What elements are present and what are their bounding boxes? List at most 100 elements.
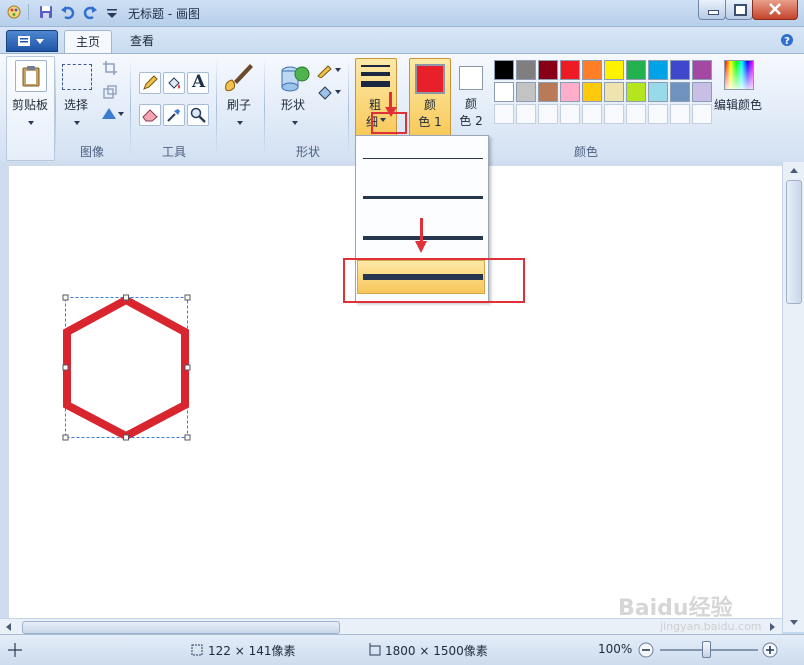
palette-swatch[interactable] (670, 82, 690, 102)
color1-button[interactable]: 颜 色 1 (409, 58, 451, 138)
clipboard-icon (22, 66, 40, 87)
palette-custom-slot[interactable] (648, 104, 668, 124)
vertical-scrollbar[interactable] (782, 162, 804, 632)
selection-handle[interactable] (62, 434, 69, 441)
palette-custom-slot[interactable] (560, 104, 580, 124)
hexagon-shape[interactable] (63, 295, 189, 441)
customize-toolbar-icon[interactable] (104, 6, 120, 22)
group-separator (264, 58, 265, 158)
palette-swatch[interactable] (494, 60, 514, 80)
color-picker-tool[interactable] (163, 104, 185, 126)
selection-handle[interactable] (184, 434, 191, 441)
color2-button[interactable]: 颜 色 2 (452, 58, 490, 136)
horizontal-scroll-thumb[interactable] (22, 621, 340, 634)
palette-swatch[interactable] (560, 82, 580, 102)
maximize-button[interactable] (725, 0, 753, 20)
palette-swatch[interactable] (604, 82, 624, 102)
palette-custom-slot[interactable] (582, 104, 602, 124)
zoom-level-text: 100% (598, 642, 633, 656)
palette-custom-slot[interactable] (604, 104, 624, 124)
scroll-up-icon[interactable] (790, 168, 798, 173)
brush-dropdown-icon[interactable] (237, 121, 243, 125)
brush-label[interactable]: 刷子 (222, 97, 256, 113)
eraser-tool[interactable] (139, 104, 161, 126)
color1-label-line1: 颜 (423, 98, 436, 112)
resize-icon[interactable] (102, 84, 118, 100)
cursor-position-icon (8, 643, 22, 657)
palette-custom-slot[interactable] (670, 104, 690, 124)
tab-home[interactable]: 主页 (64, 30, 112, 53)
crop-icon[interactable] (102, 60, 118, 76)
selection-handle[interactable] (184, 294, 191, 301)
select-label[interactable]: 选择 (58, 97, 94, 113)
selection-size-icon (191, 644, 203, 656)
selection-handle[interactable] (62, 364, 69, 371)
selection-handle[interactable] (123, 434, 129, 441)
magnifier-tool[interactable] (187, 104, 209, 126)
edit-colors-icon[interactable] (724, 60, 754, 90)
palette-custom-slot[interactable] (516, 104, 536, 124)
palette-swatch[interactable] (648, 82, 668, 102)
selection-handle[interactable] (184, 364, 191, 371)
magnifier-icon (190, 107, 206, 123)
palette-swatch[interactable] (538, 82, 558, 102)
palette-swatch[interactable] (516, 60, 536, 80)
clipboard-button[interactable] (15, 60, 47, 92)
size-option-2[interactable] (357, 182, 485, 212)
shapes-dropdown-icon[interactable] (292, 121, 298, 125)
palette-swatch[interactable] (538, 60, 558, 80)
rotate-icon[interactable] (100, 106, 126, 122)
brush-button[interactable] (222, 60, 256, 94)
undo-icon[interactable] (60, 4, 76, 20)
image-size-text: 1800 × 1500像素 (385, 644, 488, 658)
toolbar-divider (28, 4, 29, 20)
palette-swatch[interactable] (670, 60, 690, 80)
zoom-slider-thumb[interactable] (702, 641, 711, 658)
palette-swatch[interactable] (582, 82, 602, 102)
palette-swatch[interactable] (516, 82, 536, 102)
palette-swatch[interactable] (582, 60, 602, 80)
scroll-right-icon[interactable] (770, 623, 775, 631)
select-icon[interactable] (62, 64, 92, 90)
size-option-1[interactable] (357, 144, 485, 174)
zoom-in-icon[interactable] (762, 642, 778, 658)
palette-custom-slot[interactable] (538, 104, 558, 124)
palette-custom-slot[interactable] (692, 104, 712, 124)
canvas-drawing[interactable] (58, 290, 198, 446)
shapes-label[interactable]: 形状 (275, 97, 311, 113)
palette-custom-slot[interactable] (626, 104, 646, 124)
clipboard-dropdown-icon[interactable] (28, 121, 34, 125)
zoom-out-icon[interactable] (638, 642, 654, 658)
edit-colors-label[interactable]: 编辑颜色 (712, 97, 764, 113)
ribbon-tab-row: 主页 查看 ? (0, 27, 804, 53)
vertical-scroll-thumb[interactable] (786, 180, 802, 304)
palette-swatch[interactable] (626, 60, 646, 80)
palette-swatch[interactable] (604, 60, 624, 80)
palette-swatch[interactable] (692, 60, 712, 80)
tab-view[interactable]: 查看 (120, 30, 164, 52)
help-icon[interactable]: ? (780, 33, 794, 47)
palette-swatch[interactable] (494, 82, 514, 102)
scroll-left-icon[interactable] (6, 623, 11, 631)
palette-custom-slot[interactable] (494, 104, 514, 124)
paint-menu-button[interactable] (6, 30, 58, 52)
redo-icon[interactable] (82, 4, 98, 20)
select-dropdown-icon[interactable] (74, 121, 80, 125)
text-tool[interactable]: A (187, 72, 209, 94)
palette-swatch[interactable] (626, 82, 646, 102)
palette-swatch[interactable] (560, 60, 580, 80)
save-icon[interactable] (38, 4, 54, 20)
pencil-tool[interactable] (139, 72, 161, 94)
close-button[interactable] (752, 0, 798, 20)
size-line (361, 72, 390, 76)
minimize-button[interactable] (698, 0, 726, 20)
palette-swatch[interactable] (648, 60, 668, 80)
fill-style-icon[interactable] (316, 84, 342, 100)
shapes-button[interactable] (278, 62, 310, 94)
selection-handle[interactable] (62, 294, 69, 301)
scroll-down-icon[interactable] (790, 620, 798, 625)
outline-icon[interactable] (316, 62, 342, 78)
fill-tool[interactable] (163, 72, 185, 94)
palette-swatch[interactable] (692, 82, 712, 102)
selection-handle[interactable] (123, 294, 129, 301)
